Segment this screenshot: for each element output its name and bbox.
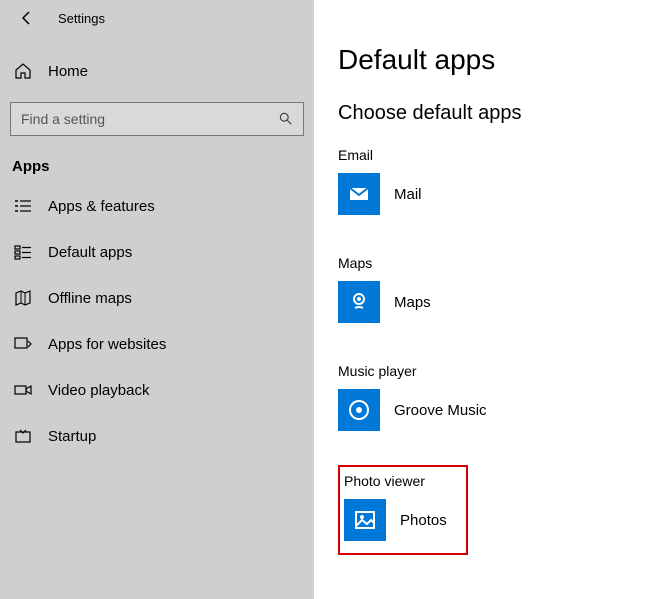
- list-icon: [14, 197, 32, 215]
- video-icon: [14, 381, 32, 399]
- nav-label: Video playback: [48, 382, 149, 399]
- sidebar-item-apps-features[interactable]: Apps & features: [0, 183, 314, 229]
- sidebar-item-default-apps[interactable]: Default apps: [0, 229, 314, 275]
- startup-icon: [14, 427, 32, 445]
- category-maps: Maps Maps: [338, 255, 661, 323]
- section-title: Apps: [0, 136, 314, 183]
- sidebar-item-video-playback[interactable]: Video playback: [0, 367, 314, 413]
- category-label: Photo viewer: [344, 473, 456, 489]
- category-label: Maps: [338, 255, 661, 271]
- app-name: Photos: [400, 512, 447, 529]
- page-title: Default apps: [338, 44, 661, 76]
- app-name: Groove Music: [394, 402, 487, 419]
- home-icon: [14, 62, 32, 80]
- app-selector-music[interactable]: Groove Music: [338, 389, 661, 431]
- groove-icon: [338, 389, 380, 431]
- app-selector-email[interactable]: Mail: [338, 173, 661, 215]
- mail-icon: [338, 173, 380, 215]
- nav-label: Apps for websites: [48, 336, 166, 353]
- sidebar-item-startup[interactable]: Startup: [0, 413, 314, 459]
- apps-web-icon: [14, 335, 32, 353]
- search-input[interactable]: [21, 111, 279, 127]
- home-label: Home: [48, 63, 88, 80]
- category-photo-viewer: Photo viewer Photos: [344, 473, 456, 541]
- nav-label: Apps & features: [48, 198, 155, 215]
- nav-label: Startup: [48, 428, 96, 445]
- category-email: Email Mail: [338, 147, 661, 215]
- app-selector-photo[interactable]: Photos: [344, 499, 456, 541]
- sidebar-item-apps-websites[interactable]: Apps for websites: [0, 321, 314, 367]
- nav-label: Default apps: [48, 244, 132, 261]
- app-name: Maps: [394, 294, 431, 311]
- sub-title: Choose default apps: [338, 102, 661, 125]
- sidebar-item-home[interactable]: Home: [0, 50, 314, 92]
- back-arrow-icon[interactable]: [18, 10, 34, 26]
- category-label: Music player: [338, 363, 661, 379]
- map-icon: [14, 289, 32, 307]
- photos-icon: [344, 499, 386, 541]
- search-icon: [279, 112, 293, 126]
- defaults-icon: [14, 243, 32, 261]
- sidebar-item-offline-maps[interactable]: Offline maps: [0, 275, 314, 321]
- sidebar: Settings Home Apps Apps & features Defau…: [0, 0, 314, 599]
- main-content: Default apps Choose default apps Email M…: [314, 0, 661, 599]
- nav-label: Offline maps: [48, 290, 132, 307]
- header: Settings: [0, 0, 314, 34]
- app-name: Mail: [394, 186, 422, 203]
- category-music: Music player Groove Music: [338, 363, 661, 431]
- maps-icon: [338, 281, 380, 323]
- window-title: Settings: [58, 11, 105, 26]
- category-label: Email: [338, 147, 661, 163]
- app-selector-maps[interactable]: Maps: [338, 281, 661, 323]
- highlight-box: Photo viewer Photos: [338, 465, 468, 555]
- search-box[interactable]: [10, 102, 304, 136]
